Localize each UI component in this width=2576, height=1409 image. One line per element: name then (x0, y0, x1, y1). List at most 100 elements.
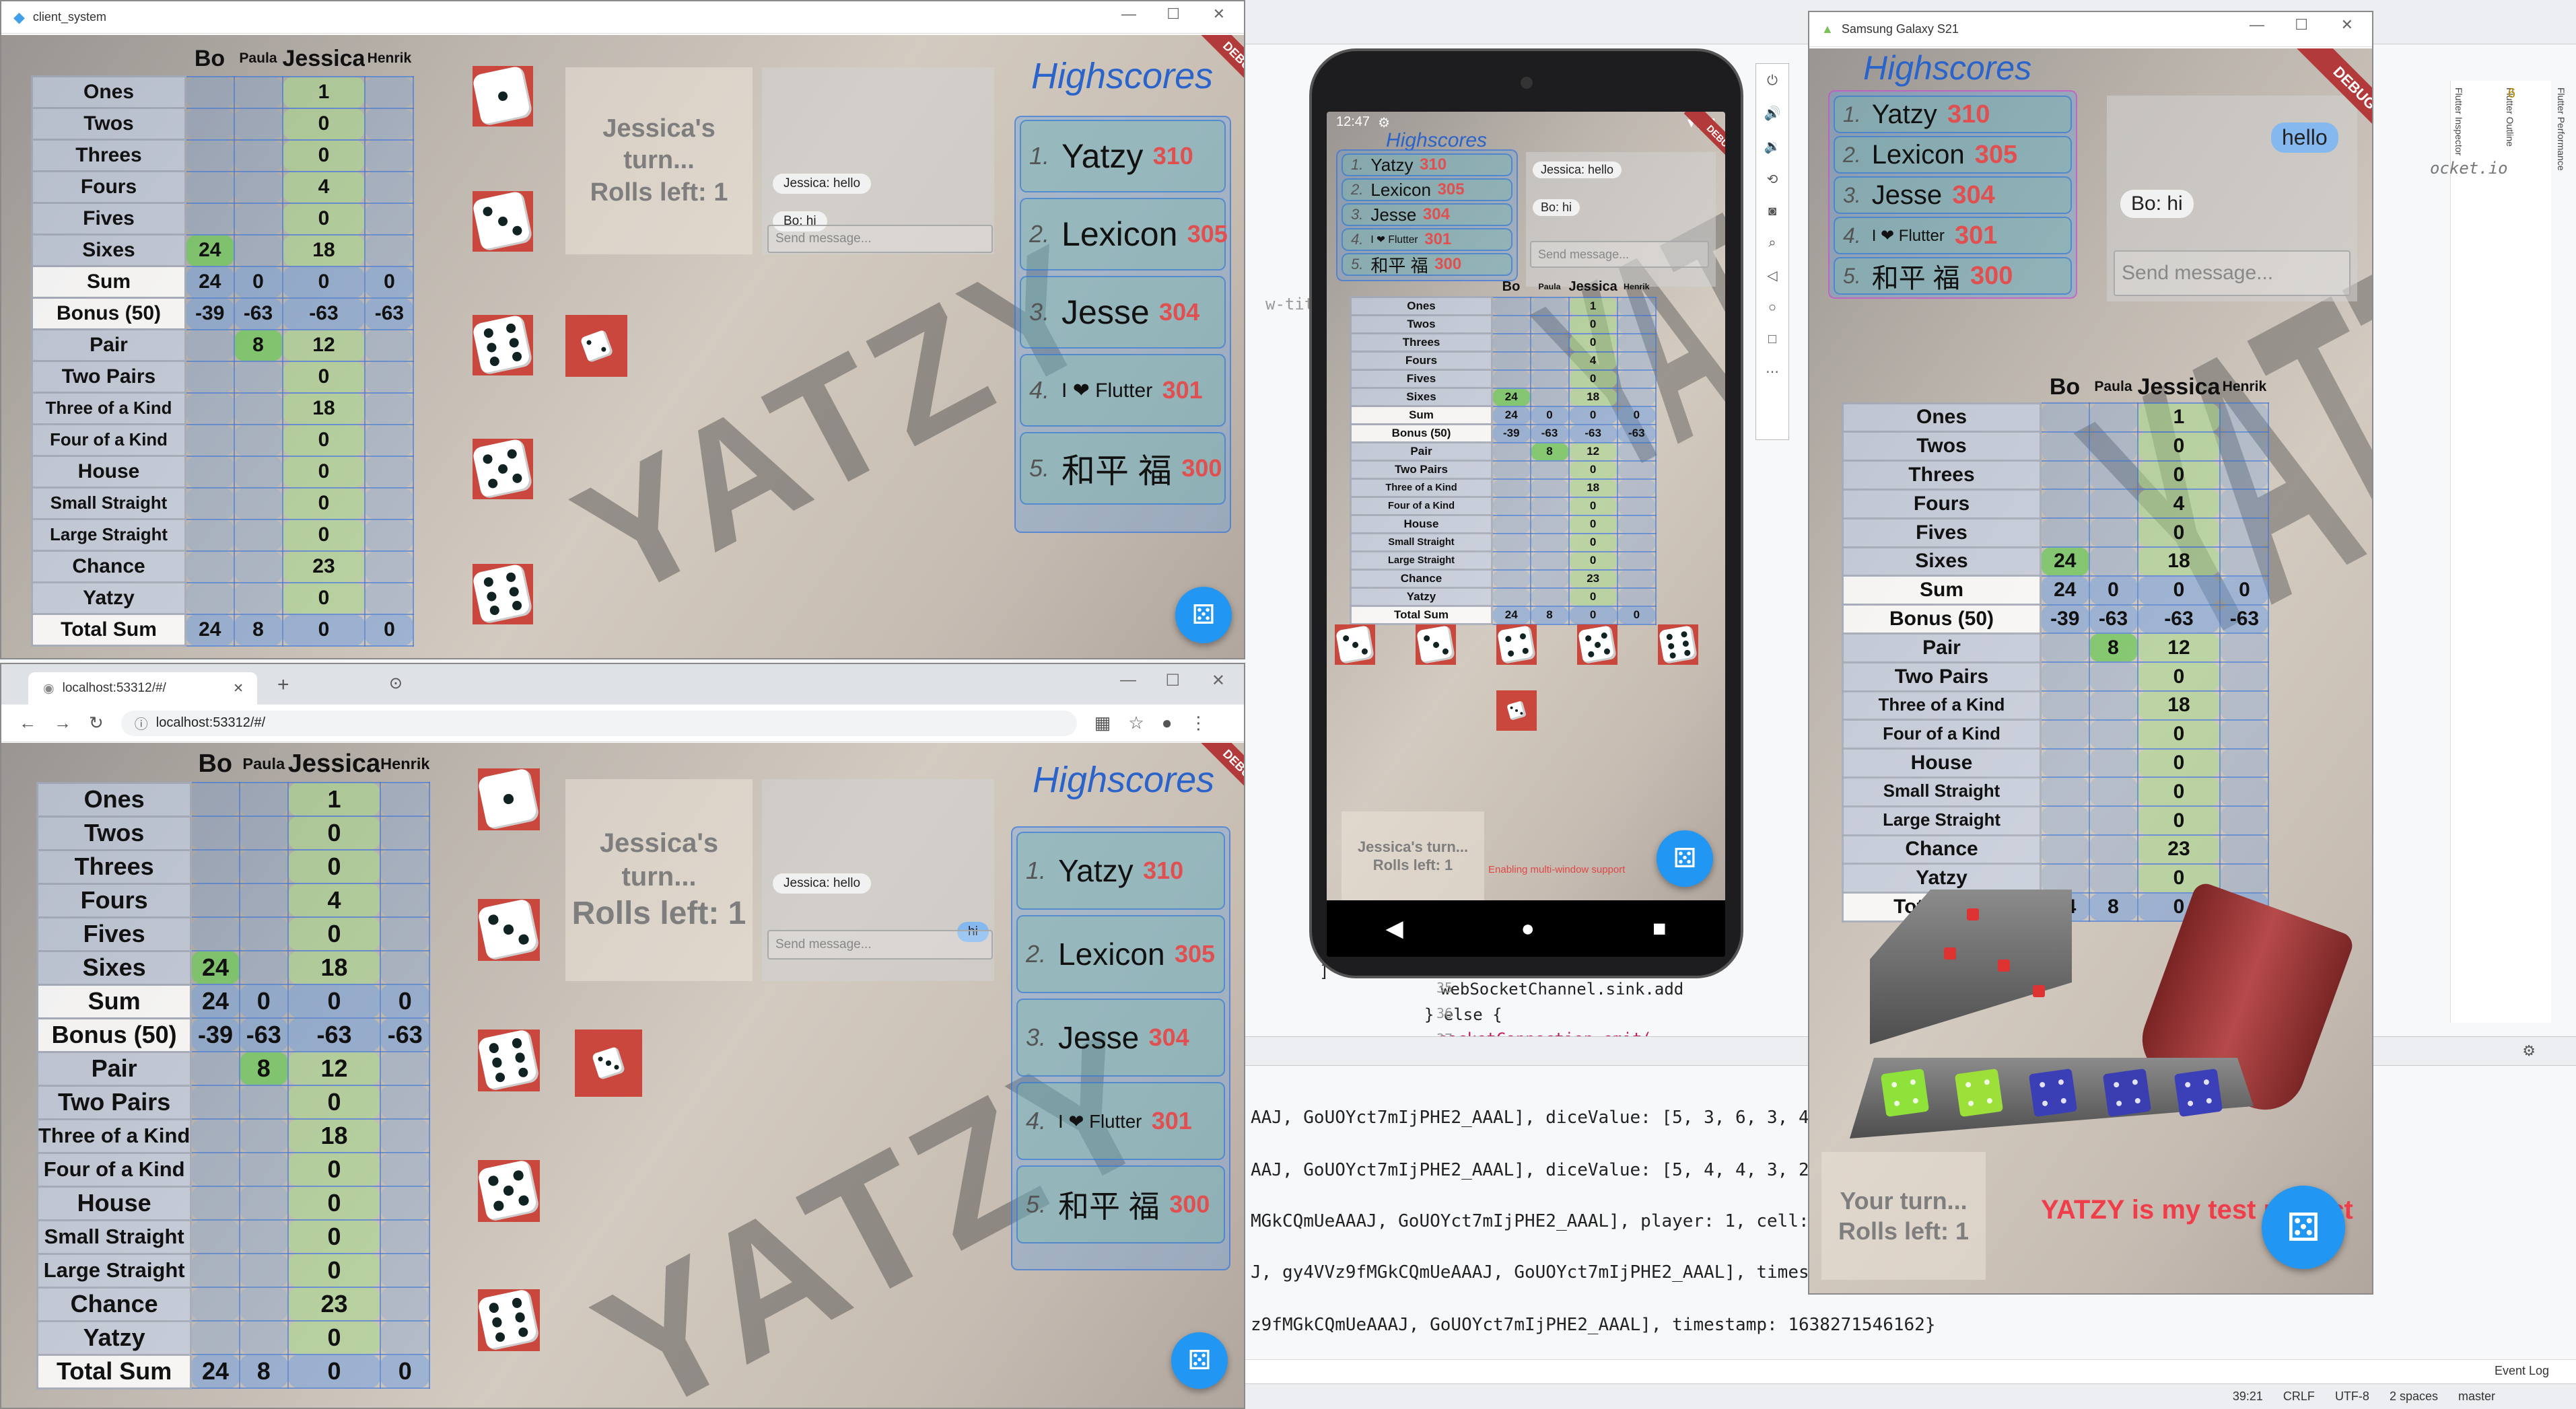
score-cell[interactable] (380, 849, 431, 884)
score-cell[interactable]: -39 (190, 1017, 240, 1052)
die[interactable] (477, 1289, 541, 1352)
score-cell[interactable] (1491, 441, 1531, 462)
score-cell[interactable] (2219, 402, 2270, 433)
close-icon[interactable]: ✕ (1212, 671, 1225, 690)
score-cell[interactable] (238, 1287, 289, 1322)
score-cell[interactable]: 18 (281, 233, 366, 267)
score-cell[interactable] (190, 1051, 240, 1086)
score-cell[interactable] (2088, 661, 2138, 692)
send-message-input[interactable]: Send message... (2114, 250, 2351, 296)
score-cell[interactable] (380, 782, 431, 817)
score-cell[interactable]: 23 (281, 550, 366, 583)
score-cell[interactable] (1616, 441, 1657, 462)
score-cell[interactable] (190, 1287, 240, 1322)
score-cell[interactable] (364, 328, 415, 362)
score-cell[interactable] (364, 360, 415, 394)
score-cell[interactable] (1529, 496, 1570, 516)
score-cell[interactable] (2088, 776, 2138, 807)
score-cell[interactable]: 0 (1568, 496, 1618, 516)
die[interactable] (472, 563, 534, 625)
score-cell[interactable]: 24 (190, 984, 240, 1019)
tab-search-icon[interactable]: ⊙ (389, 674, 403, 693)
score-cell[interactable] (2219, 661, 2270, 692)
score-cell[interactable] (233, 486, 283, 520)
score-cell[interactable]: 0 (2136, 575, 2221, 606)
score-cell[interactable]: 0 (281, 265, 366, 299)
score-cell[interactable]: 0 (380, 984, 431, 1019)
score-cell[interactable]: 0 (281, 139, 366, 172)
score-cell[interactable] (2040, 661, 2090, 692)
score-cell[interactable] (2088, 805, 2138, 836)
score-cell[interactable] (190, 816, 240, 851)
score-cell[interactable]: 0 (2136, 517, 2221, 548)
score-cell[interactable]: 12 (1568, 441, 1618, 462)
score-cell[interactable] (184, 455, 235, 489)
gear-icon[interactable]: ⚙ (2522, 1042, 2536, 1060)
score-cell[interactable] (380, 916, 431, 951)
score-cell[interactable] (364, 518, 415, 552)
score-cell[interactable]: 0 (287, 1152, 382, 1187)
status-item[interactable]: 2 spaces (2390, 1389, 2438, 1404)
send-message-input[interactable]: Send message... (1530, 241, 1709, 268)
score-cell[interactable] (2088, 690, 2138, 721)
score-cell[interactable] (2040, 805, 2090, 836)
score-cell[interactable] (184, 75, 235, 109)
score-cell[interactable] (1616, 351, 1657, 371)
back-icon[interactable]: ← (19, 713, 36, 733)
score-cell[interactable] (1616, 514, 1657, 534)
home-icon[interactable]: ○ (1768, 300, 1776, 316)
score-cell[interactable] (238, 883, 289, 918)
score-cell[interactable]: 8 (233, 613, 283, 647)
score-cell[interactable] (233, 202, 283, 236)
score-cell[interactable]: 4 (281, 170, 366, 204)
score-cell[interactable] (2040, 776, 2090, 807)
score-cell[interactable]: 4 (1568, 351, 1618, 371)
score-cell[interactable] (190, 1085, 240, 1120)
score-cell[interactable] (184, 423, 235, 457)
score-cell[interactable] (1491, 514, 1531, 534)
die[interactable] (472, 65, 534, 127)
score-cell[interactable]: 0 (2088, 575, 2138, 606)
score-cell[interactable]: -63 (1529, 423, 1570, 443)
score-cell[interactable] (1491, 496, 1531, 516)
score-cell[interactable] (2040, 633, 2090, 663)
score-cell[interactable] (233, 455, 283, 489)
score-cell[interactable]: -63 (1616, 423, 1657, 443)
score-cell[interactable] (364, 107, 415, 141)
score-cell[interactable] (2219, 633, 2270, 663)
score-cell[interactable]: 0 (2136, 748, 2221, 779)
score-cell[interactable] (238, 1219, 289, 1254)
score-cell[interactable] (2219, 517, 2270, 548)
score-cell[interactable]: 23 (287, 1287, 382, 1322)
score-cell[interactable] (184, 107, 235, 141)
score-cell[interactable]: 8 (2088, 633, 2138, 663)
die[interactable] (1496, 624, 1537, 665)
score-cell[interactable] (2088, 863, 2138, 894)
minimize-icon[interactable]: — (2250, 16, 2264, 34)
score-cell[interactable] (2219, 489, 2270, 519)
score-cell[interactable]: 0 (1529, 405, 1570, 425)
score-cell[interactable] (364, 455, 415, 489)
score-cell[interactable] (184, 550, 235, 583)
score-cell[interactable] (190, 1152, 240, 1187)
die[interactable] (575, 1029, 642, 1097)
score-cell[interactable] (184, 486, 235, 520)
score-cell[interactable] (380, 1320, 431, 1355)
rotate-icon[interactable]: ⟲ (1767, 171, 1778, 188)
score-cell[interactable] (190, 883, 240, 918)
score-cell[interactable]: 0 (1568, 605, 1618, 625)
score-cell[interactable]: 18 (2136, 690, 2221, 721)
score-cell[interactable]: 12 (287, 1051, 382, 1086)
score-cell[interactable] (233, 392, 283, 425)
score-cell[interactable]: 24 (184, 265, 235, 299)
minimize-icon[interactable]: — (1120, 671, 1136, 690)
score-cell[interactable]: 0 (1616, 605, 1657, 625)
score-cell[interactable]: 24 (184, 233, 235, 267)
zoom-icon[interactable]: ⌕ (1768, 236, 1776, 251)
score-cell[interactable] (1491, 369, 1531, 389)
score-cell[interactable]: 0 (2136, 776, 2221, 807)
score-cell[interactable]: -63 (2219, 604, 2270, 635)
die[interactable] (472, 438, 534, 500)
score-cell[interactable] (238, 1186, 289, 1221)
score-cell[interactable]: 24 (2040, 575, 2090, 606)
